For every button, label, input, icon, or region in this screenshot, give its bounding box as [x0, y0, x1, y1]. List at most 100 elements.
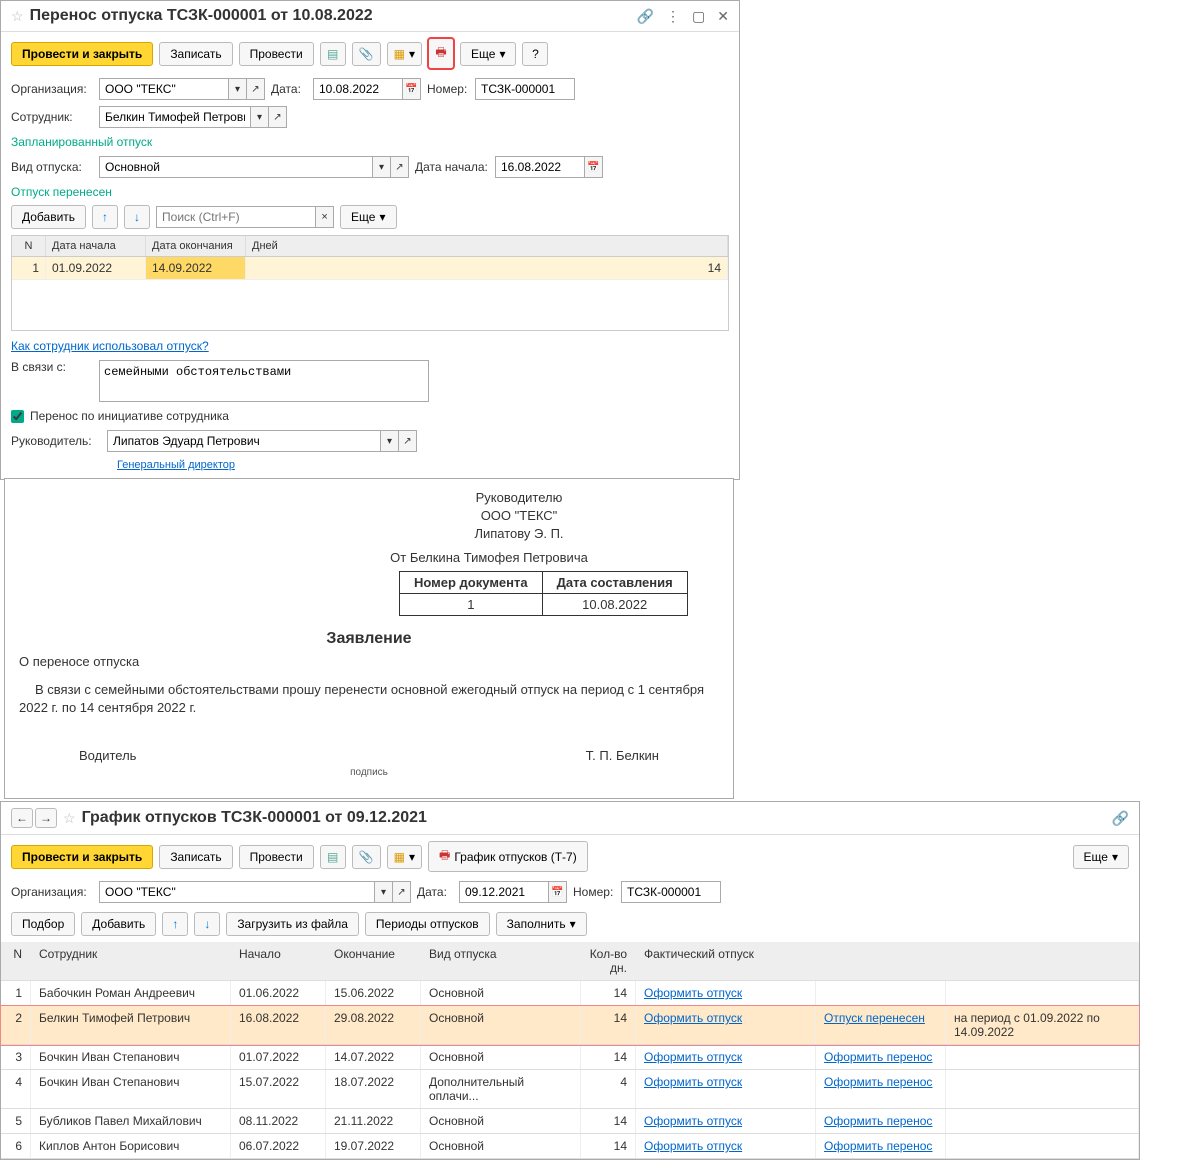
date-input[interactable] — [313, 78, 403, 100]
nav-back-icon[interactable]: ← — [11, 808, 33, 828]
clear-search-icon[interactable]: × — [316, 206, 334, 228]
schedule-grid: N Сотрудник Начало Окончание Вид отпуска… — [1, 942, 1139, 1159]
print-t7-button[interactable]: 🖶 График отпусков (Т-7) — [428, 841, 588, 872]
date-label: Дата: — [417, 885, 453, 899]
create-vacation-link[interactable]: Оформить отпуск — [644, 1114, 742, 1128]
periods-button[interactable]: Периоды отпусков — [365, 912, 490, 936]
table-more-button[interactable]: Еще ▾ — [340, 205, 396, 229]
create-vacation-link[interactable]: Оформить отпуск — [644, 986, 742, 1000]
template-icon[interactable]: ▦ ▾ — [387, 845, 422, 869]
create-vacation-link[interactable]: Оформить отпуск — [644, 1050, 742, 1064]
dropdown-icon[interactable]: ▾ — [251, 106, 269, 128]
number-input[interactable] — [475, 78, 575, 100]
planned-vacation-header: Запланированный отпуск — [1, 131, 739, 153]
link-icon[interactable]: 🔗 — [1112, 810, 1129, 827]
post-button[interactable]: Провести — [239, 845, 314, 869]
org-input[interactable] — [99, 78, 229, 100]
transfer-link[interactable]: Отпуск перенесен — [824, 1011, 925, 1025]
grid-row[interactable]: 2Белкин Тимофей Петрович16.08.202229.08.… — [1, 1006, 1139, 1045]
open-icon[interactable]: ↗ — [393, 881, 411, 903]
grid-row[interactable]: 3Бочкин Иван Степанович01.07.202214.07.2… — [1, 1045, 1139, 1070]
pick-button[interactable]: Подбор — [11, 912, 75, 936]
more-button[interactable]: Еще ▾ — [460, 42, 516, 66]
grid-row[interactable]: 6Киплов Антон Борисович06.07.202219.07.2… — [1, 1134, 1139, 1159]
vacation-type-input[interactable] — [99, 156, 373, 178]
attachment-icon[interactable]: 📎 — [352, 42, 381, 66]
open-icon[interactable]: ↗ — [247, 78, 265, 100]
initiative-label: Перенос по инициативе сотрудника — [30, 409, 229, 423]
signature-label: подпись — [19, 767, 719, 778]
nav-forward-icon[interactable]: → — [35, 808, 57, 828]
load-file-button[interactable]: Загрузить из файла — [226, 912, 359, 936]
attachment-icon[interactable]: 📎 — [352, 845, 381, 869]
manager-input[interactable] — [107, 430, 381, 452]
number-input[interactable] — [621, 881, 721, 903]
vacation-type-label: Вид отпуска: — [11, 160, 93, 174]
move-up-icon[interactable]: ↑ — [162, 912, 188, 936]
fill-button[interactable]: Заполнить ▾ — [496, 912, 587, 936]
transfer-link[interactable]: Оформить перенос — [824, 1075, 932, 1089]
create-vacation-link[interactable]: Оформить отпуск — [644, 1011, 742, 1025]
post-and-close-button[interactable]: Провести и закрыть — [11, 42, 153, 66]
open-icon[interactable]: ↗ — [391, 156, 409, 178]
more-icon[interactable]: ⋮ — [666, 8, 680, 25]
link-icon[interactable]: 🔗 — [637, 8, 654, 25]
save-button[interactable]: Записать — [159, 845, 232, 869]
col-start: Дата начала — [46, 236, 146, 256]
calendar-icon[interactable]: 📅 — [549, 881, 567, 903]
maximize-icon[interactable]: ▢ — [692, 8, 705, 25]
reason-textarea[interactable] — [99, 360, 429, 402]
grid-row[interactable]: 5Бубликов Павел Михайлович08.11.202221.1… — [1, 1109, 1139, 1134]
post-and-close-button[interactable]: Провести и закрыть — [11, 845, 153, 869]
report-icon[interactable]: ▤ — [320, 845, 346, 869]
favorite-icon[interactable]: ☆ — [11, 8, 24, 25]
search-input[interactable] — [156, 206, 316, 228]
dropdown-icon[interactable]: ▾ — [381, 430, 399, 452]
date-input[interactable] — [459, 881, 549, 903]
add-row-button[interactable]: Добавить — [11, 205, 86, 229]
manager-label: Руководитель: — [11, 434, 101, 448]
favorite-icon[interactable]: ☆ — [63, 810, 76, 827]
move-up-icon[interactable]: ↑ — [92, 205, 118, 229]
report-icon[interactable]: ▤ — [320, 42, 346, 66]
transfer-link[interactable]: Оформить перенос — [824, 1114, 932, 1128]
dropdown-icon[interactable]: ▾ — [229, 78, 247, 100]
transfer-link[interactable]: Оформить перенос — [824, 1050, 932, 1064]
calendar-icon[interactable]: 📅 — [585, 156, 603, 178]
application-document: Руководителю ООО "ТЕКС" Липатову Э. П. О… — [4, 478, 734, 799]
open-icon[interactable]: ↗ — [269, 106, 287, 128]
table-row[interactable]: 1 01.09.2022 14.09.2022 14 — [12, 257, 728, 280]
start-date-input[interactable] — [495, 156, 585, 178]
doc-info-table: Номер документа Дата составления 1 10.08… — [399, 571, 688, 616]
post-button[interactable]: Провести — [239, 42, 314, 66]
usage-link[interactable]: Как сотрудник использовал отпуск? — [11, 339, 209, 353]
help-icon[interactable]: ? — [522, 42, 548, 66]
dropdown-icon[interactable]: ▾ — [373, 156, 391, 178]
template-icon[interactable]: ▦ ▾ — [387, 42, 422, 66]
move-down-icon[interactable]: ↓ — [194, 912, 220, 936]
save-button[interactable]: Записать — [159, 42, 232, 66]
calendar-icon[interactable]: 📅 — [403, 78, 421, 100]
grid-row[interactable]: 1Бабочкин Роман Андреевич01.06.202215.06… — [1, 981, 1139, 1006]
more-button[interactable]: Еще ▾ — [1073, 845, 1129, 869]
doc-title: Заявление — [19, 630, 719, 648]
doc-body: В связи с семейными обстоятельствами про… — [19, 681, 719, 719]
transfer-link[interactable]: Оформить перенос — [824, 1139, 932, 1153]
date-label: Дата: — [271, 82, 307, 96]
print-icon[interactable]: 🖶 — [428, 38, 454, 69]
employee-input[interactable] — [99, 106, 251, 128]
manager-position-link[interactable]: Генеральный директор — [117, 459, 235, 471]
close-icon[interactable]: ✕ — [717, 8, 729, 25]
create-vacation-link[interactable]: Оформить отпуск — [644, 1139, 742, 1153]
org-label: Организация: — [11, 885, 93, 899]
org-input[interactable] — [99, 881, 375, 903]
create-vacation-link[interactable]: Оформить отпуск — [644, 1075, 742, 1089]
add-button[interactable]: Добавить — [81, 912, 156, 936]
open-icon[interactable]: ↗ — [399, 430, 417, 452]
transferred-header: Отпуск перенесен — [1, 181, 739, 203]
move-down-icon[interactable]: ↓ — [124, 205, 150, 229]
doc-to-line1: Руководителю — [319, 489, 719, 507]
initiative-checkbox[interactable] — [11, 410, 24, 423]
dropdown-icon[interactable]: ▾ — [375, 881, 393, 903]
doc-from: От Белкина Тимофея Петровича — [259, 550, 719, 565]
